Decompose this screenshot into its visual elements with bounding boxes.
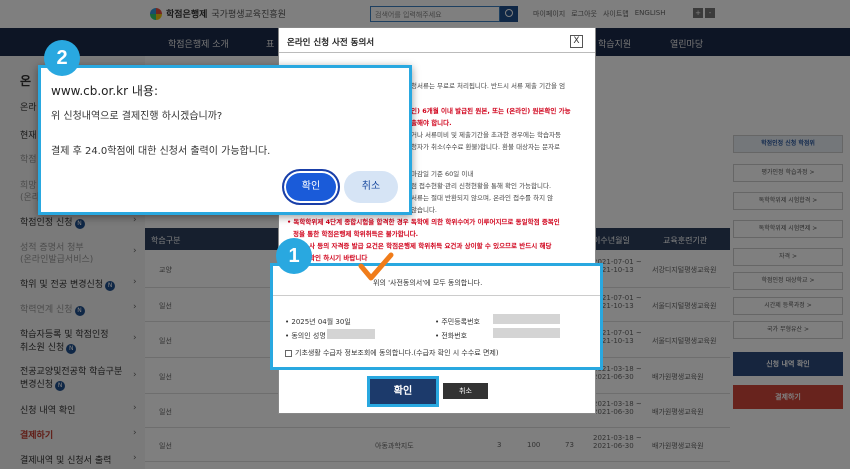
close-icon[interactable]: X (570, 35, 583, 48)
step-1-callout: 1 (276, 238, 312, 274)
dialog-message: 결제 후 24.0학점에 대한 신청서 출력이 가능합니다. (51, 146, 271, 157)
dialog-ok-button[interactable]: 확인 (282, 169, 340, 205)
ssn-label: • 주민등록번호 (435, 318, 480, 326)
redacted-ssn (493, 314, 560, 324)
checkbox-icon (285, 349, 292, 357)
consent-date: • 2025년 04월 30일 (285, 318, 351, 326)
dialog-origin: www.cb.or.kr 내용: (51, 84, 158, 98)
consent-cancel-button[interactable]: 취소 (443, 383, 488, 399)
modal-title: 온라인 신청 사전 동의서 (287, 38, 375, 48)
dialog-cancel-button[interactable]: 취소 (344, 171, 398, 203)
dialog-question: 위 신청내역으로 결제진행 하시겠습니까? (51, 111, 223, 122)
agree-row[interactable]: 위의 '사전동의서'에 모두 동의합니다. (273, 266, 600, 296)
phone-label: • 전화번호 (435, 332, 468, 340)
step-2-callout: 2 (44, 40, 80, 76)
redacted-name (327, 329, 375, 339)
agreement-section: 위의 '사전동의서'에 모두 동의합니다. • 2025년 04월 30일 • … (270, 263, 603, 370)
basic-consent-checkbox[interactable]: 기초생활 수급자 정보조회에 동의합니다.(수급자 확인 시 수수료 면제) (285, 348, 499, 358)
consent-confirm-button[interactable]: 확인 (367, 376, 439, 407)
applicant-name: • 동의인 성명 (285, 332, 326, 340)
redacted-phone (493, 328, 560, 338)
confirm-dialog: www.cb.or.kr 내용: 위 신청내역으로 결제진행 하시겠습니까? 결… (38, 65, 412, 215)
checkmark-icon (358, 252, 394, 281)
divider (279, 52, 595, 53)
